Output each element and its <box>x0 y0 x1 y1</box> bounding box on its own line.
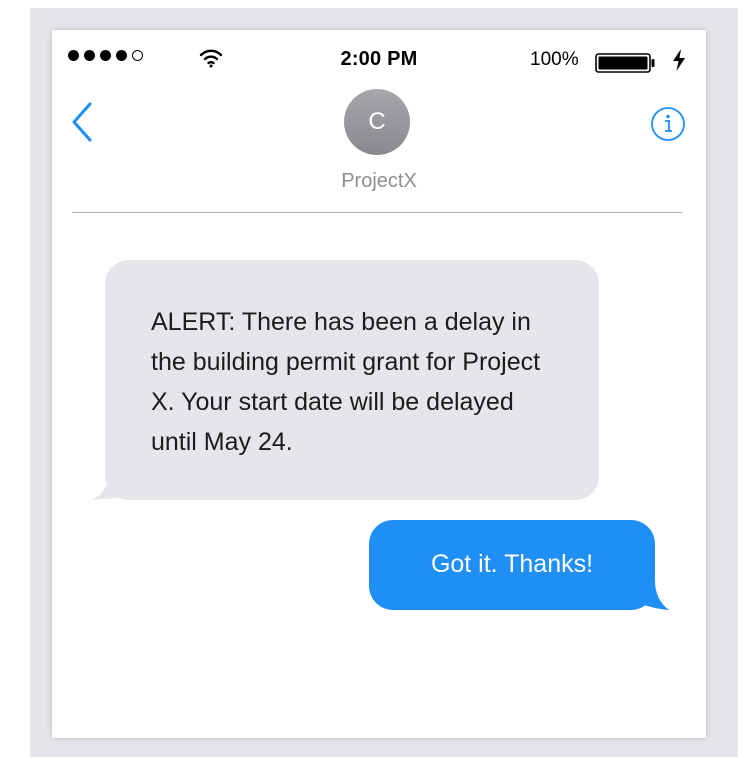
contact-avatar[interactable]: C <box>344 89 410 155</box>
contact-name[interactable]: ProjectX <box>52 170 706 193</box>
info-icon[interactable] <box>650 106 686 142</box>
charging-bolt-icon <box>673 49 685 71</box>
back-chevron-icon[interactable] <box>70 102 94 142</box>
status-bar: 2:00 PM 100% <box>52 30 706 73</box>
incoming-message-bubble[interactable]: ALERT: There has been a delay in the bui… <box>105 260 599 500</box>
battery-icon <box>595 53 655 73</box>
phone-screen: 2:00 PM 100% C ProjectX ALERT: There has… <box>52 30 706 738</box>
battery-percent: 100% <box>530 49 579 70</box>
outgoing-message-bubble[interactable]: Got it. Thanks! <box>369 520 655 610</box>
header-divider <box>72 212 682 213</box>
